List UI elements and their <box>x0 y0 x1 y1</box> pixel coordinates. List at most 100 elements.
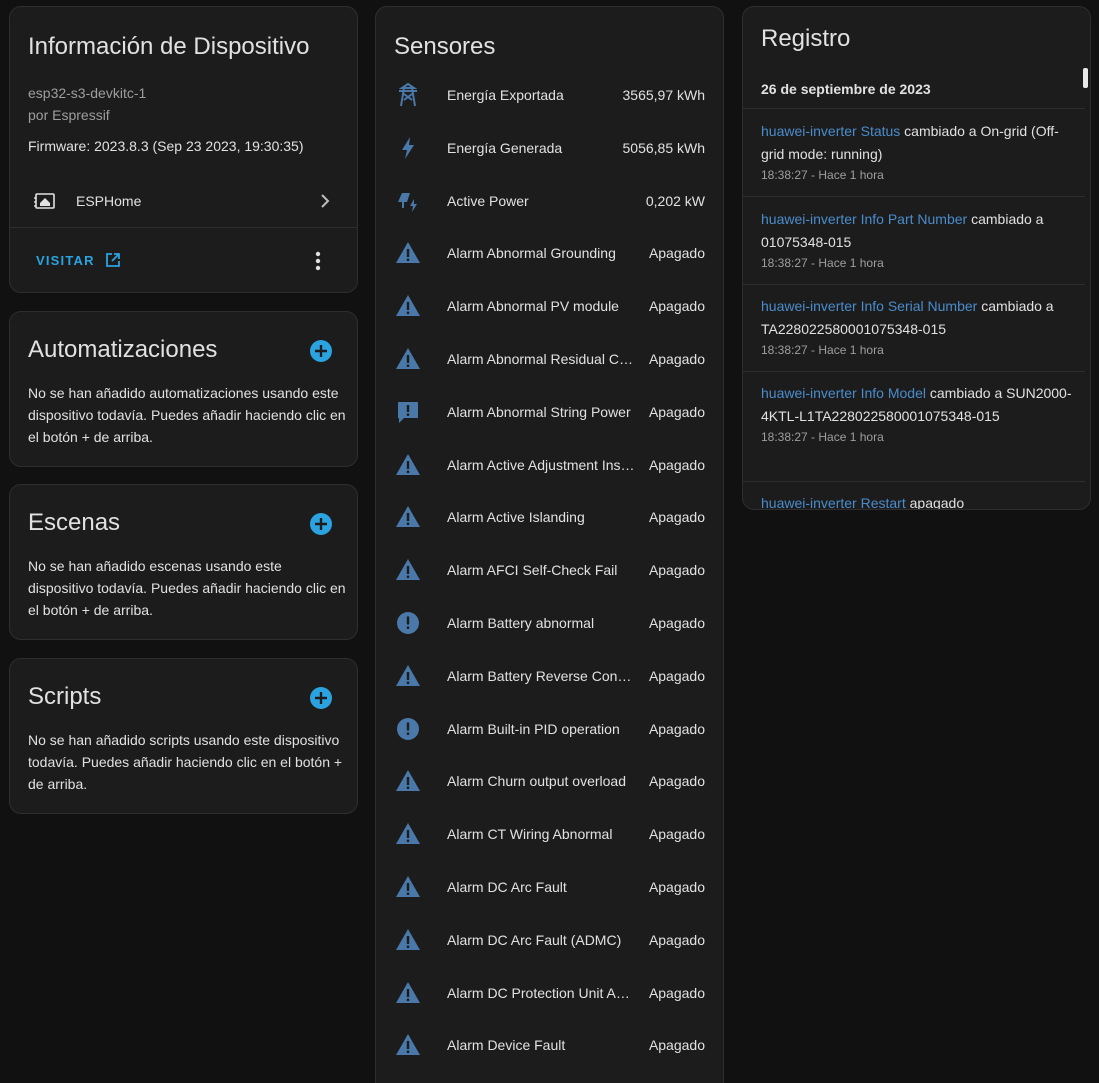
device-manufacturer: por Espressif <box>28 107 110 123</box>
sensor-row[interactable]: Alarm CT Wiring Abnormal Apagado <box>376 808 723 860</box>
add-scene-button[interactable] <box>309 512 333 536</box>
log-entity-link[interactable]: huawei-inverter Info Part Number <box>761 211 967 227</box>
sensor-row[interactable]: Alarm Device Fault Apagado <box>376 1019 723 1071</box>
sensor-row[interactable]: Alarm Abnormal String Power Apagado <box>376 386 723 438</box>
log-entry-text: apagado <box>905 495 965 510</box>
sensors-card: Sensores Energía Exportada 3565,97 kWh Ene… <box>375 6 724 1083</box>
sensor-value: Apagado <box>648 245 705 262</box>
sensor-row[interactable]: Alarm AFCI Self-Check Fail Apagado <box>376 544 723 596</box>
scenes-empty-text: No se han añadido escenas usando este di… <box>28 558 346 618</box>
sensor-value: 0,202 kW <box>645 192 705 209</box>
log-entity-link[interactable]: huawei-inverter Info Model <box>761 385 926 401</box>
log-entry-time: 18:38:27 - Hace 1 hora <box>761 430 884 444</box>
log-date-header: 26 de septiembre de 2023 <box>761 81 931 97</box>
sensor-value: Apagado <box>648 931 705 948</box>
alert-icon <box>396 981 420 1003</box>
sensor-name: Active Power <box>447 192 529 209</box>
sensor-value: Apagado <box>648 773 705 790</box>
sensor-row[interactable]: Alarm DC Arc Fault Apagado <box>376 861 723 913</box>
sensor-row[interactable]: Alarm Active Islanding Apagado <box>376 491 723 543</box>
scenes-card: Escenas No se han añadido escenas usando… <box>9 484 358 640</box>
scrollbar[interactable] <box>1083 68 1088 88</box>
more-vertical-icon[interactable] <box>315 250 321 272</box>
sensor-row[interactable]: Alarm Built-in PID operation Apagado <box>376 703 723 755</box>
log-entity-link[interactable]: huawei-inverter Status <box>761 123 900 139</box>
log-entity-link[interactable]: huawei-inverter Restart <box>761 495 906 509</box>
sensor-row[interactable]: Alarm Active Adjustment Instruction Apaga… <box>376 439 723 491</box>
sensor-name: Alarm Battery abnormal <box>447 615 595 631</box>
log-entity-link[interactable]: huawei-inverter Info Serial Number <box>761 298 977 314</box>
sensor-row[interactable]: Energía Generada 5056,85 kWh <box>376 122 723 174</box>
add-automation-button[interactable] <box>309 339 333 363</box>
sensor-name: Alarm Abnormal String Power <box>447 403 631 420</box>
sensor-row[interactable]: Energía Exportada 3565,97 kWh <box>376 69 723 121</box>
sensor-name: Energía Generada <box>447 139 563 156</box>
sensor-name: Alarm Abnormal PV module <box>447 298 619 315</box>
sensor-value: Apagado <box>648 509 705 526</box>
log-entry: huawei-inverter Status cambiado a On-gri… <box>761 120 1081 184</box>
scripts-title: Scripts <box>28 683 102 710</box>
sensor-name: Alarm Built-in PID operation <box>447 720 620 737</box>
sensor-name: Alarm Device Fault <box>447 1037 566 1054</box>
alert-icon <box>396 453 420 475</box>
sensor-row[interactable]: Alarm DC Arc Fault (ADMC) Apagado <box>376 914 723 966</box>
sensor-value: Apagado <box>648 403 705 420</box>
esphome-icon <box>34 193 55 209</box>
visit-device-link[interactable]: VISITAR <box>36 252 121 268</box>
log-entry: huawei-inverter Info Model cambiado a SU… <box>761 382 1081 446</box>
sensor-value: Apagado <box>648 562 705 579</box>
device-model: esp32-s3-devkitc-1 <box>28 85 147 101</box>
sensor-value: Apagado <box>648 351 705 367</box>
sensor-value: Apagado <box>648 826 705 843</box>
sensor-name: Energía Exportada <box>447 87 564 103</box>
log-entry: huawei-inverter Restart apagado <box>761 492 1081 510</box>
sensor-row[interactable]: Alarm Abnormal Residual Current Apagado <box>376 333 723 385</box>
automations-title: Automatizaciones <box>28 336 218 363</box>
add-script-button[interactable] <box>309 686 333 710</box>
sensor-value: Apagado <box>648 298 705 315</box>
chevron-right-icon <box>321 194 330 208</box>
sensor-row[interactable]: Alarm DC Protection Unit Abnormal Apagado <box>376 967 723 1019</box>
log-entry-time: 18:38:27 - Hace 1 hora <box>761 343 884 357</box>
sensor-row[interactable]: Alarm Battery Reverse Connection Apagado <box>376 650 723 702</box>
transmission-tower-icon <box>398 82 418 107</box>
sensor-value: Apagado <box>648 720 705 737</box>
automations-empty-text: No se han añadido automatizaciones usand… <box>28 385 346 445</box>
visit-label: VISITAR <box>36 252 95 268</box>
sensor-value: Apagado <box>648 615 705 631</box>
divider <box>743 371 1085 372</box>
flash-icon <box>402 136 414 159</box>
sensor-row[interactable]: Alarm Abnormal PV module Apagado <box>376 280 723 332</box>
sensor-row[interactable]: Alarm Battery abnormal Apagado <box>376 597 723 649</box>
sensor-row[interactable]: Alarm Churn output overload Apagado <box>376 755 723 807</box>
log-entry: huawei-inverter Info Serial Number cambi… <box>761 295 1081 359</box>
log-entry: huawei-inverter Info Part Number cambiad… <box>761 208 1081 272</box>
message-alert-icon <box>398 401 418 423</box>
sensor-name: Alarm Abnormal Residual Current <box>447 351 637 367</box>
device-firmware: Firmware: 2023.8.3 (Sep 23 2023, 19:30:3… <box>28 138 304 154</box>
logbook-title: Registro <box>761 25 851 52</box>
open-in-new-icon <box>105 253 120 267</box>
divider <box>10 227 357 228</box>
sensor-name: Alarm DC Arc Fault (ADMC) <box>447 931 622 948</box>
sensor-row[interactable]: Alarm Abnormal Grounding Apagado <box>376 227 723 279</box>
sensor-name: Alarm Active Islanding <box>447 509 585 526</box>
sensor-name: Alarm AFCI Self-Check Fail <box>447 562 618 579</box>
sensor-name: Alarm DC Arc Fault <box>447 879 567 895</box>
sensor-row[interactable]: Active Power 0,202 kW <box>376 175 723 227</box>
integration-row-esphome[interactable]: ESPHome <box>10 182 357 222</box>
scenes-title: Escenas <box>28 509 121 536</box>
alert-icon <box>396 876 420 897</box>
scripts-card: Scripts No se han añadido scripts usando… <box>9 658 358 814</box>
sensor-value: 3565,97 kWh <box>622 87 706 103</box>
sensor-name: Alarm Active Adjustment Instruction <box>447 456 637 473</box>
alert-icon <box>396 823 420 845</box>
scripts-empty-text: No se han añadido scripts usando este di… <box>28 732 343 792</box>
device-info-card: Información de Dispositivo esp32-s3-devk… <box>9 6 358 293</box>
sensor-value: Apagado <box>648 667 705 684</box>
sensor-name: Alarm Battery Reverse Connection <box>447 667 637 684</box>
alert-icon <box>396 1034 420 1056</box>
sensor-value: Apagado <box>648 1037 705 1054</box>
sensor-value: Apagado <box>648 984 705 1001</box>
alert-icon <box>396 506 420 528</box>
